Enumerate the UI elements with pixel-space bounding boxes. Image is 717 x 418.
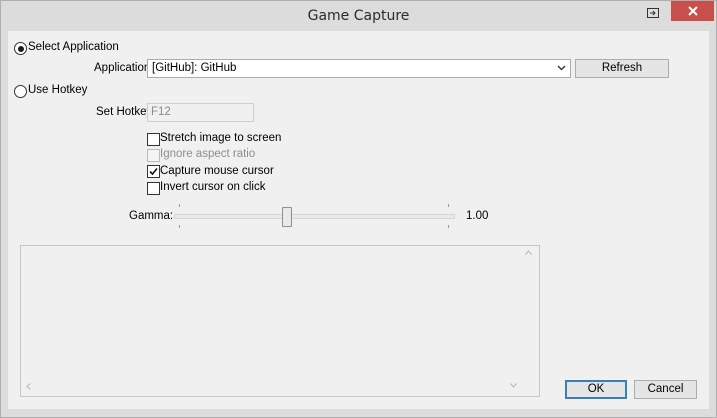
cancel-button[interactable]: Cancel <box>634 380 697 399</box>
close-icon <box>688 6 698 16</box>
gamma-slider-track[interactable] <box>174 214 455 219</box>
window-title: Game Capture <box>307 8 410 24</box>
ok-label: OK <box>587 383 605 395</box>
close-button[interactable] <box>671 1 714 21</box>
hotkey-field[interactable]: F12 <box>147 103 254 122</box>
stretch-image-checkbox[interactable] <box>147 133 160 146</box>
refresh-button[interactable]: Refresh <box>575 59 669 78</box>
gamma-value: 1.00 <box>466 210 489 222</box>
stretch-image-label[interactable]: Stretch image to screen <box>160 132 281 144</box>
use-hotkey-radio[interactable] <box>14 85 27 98</box>
capture-mouse-cursor-checkbox[interactable] <box>147 165 160 178</box>
invert-cursor-label[interactable]: Invert cursor on click <box>160 181 265 193</box>
slider-tick <box>179 204 180 207</box>
hotkey-value: F12 <box>151 106 171 118</box>
capture-mouse-cursor-label[interactable]: Capture mouse cursor <box>160 165 274 177</box>
gamma-slider-thumb[interactable] <box>282 207 292 227</box>
window-restore-icon[interactable] <box>647 8 659 18</box>
ignore-aspect-ratio-checkbox[interactable] <box>147 149 160 162</box>
scroll-up-icon[interactable] <box>525 250 532 255</box>
preview-panel[interactable] <box>20 245 540 397</box>
refresh-label: Refresh <box>601 62 643 74</box>
checkmark-icon <box>149 167 158 176</box>
title-bar[interactable]: Game Capture <box>1 1 716 31</box>
application-label: Application: <box>94 62 154 74</box>
dialog-body: Select Application Application: [GitHub]… <box>8 31 709 409</box>
ok-button[interactable]: OK <box>565 380 627 399</box>
gamma-label: Gamma: <box>129 210 174 222</box>
use-hotkey-label[interactable]: Use Hotkey <box>28 84 87 96</box>
invert-cursor-checkbox[interactable] <box>147 182 160 195</box>
slider-tick <box>448 204 449 207</box>
application-value: [GitHub]: GitHub <box>152 62 237 74</box>
set-hotkey-label: Set Hotkey <box>96 106 153 118</box>
scroll-left-icon[interactable] <box>26 383 31 390</box>
slider-tick <box>448 225 449 228</box>
ignore-aspect-ratio-label[interactable]: Ignore aspect ratio <box>160 148 255 160</box>
slider-tick <box>179 225 180 228</box>
chevron-down-icon <box>557 65 566 71</box>
radio-selected-dot <box>17 45 24 52</box>
scroll-down-icon[interactable] <box>510 383 517 388</box>
cancel-label: Cancel <box>647 383 684 395</box>
application-dropdown[interactable]: [GitHub]: GitHub <box>147 59 571 78</box>
select-application-radio[interactable] <box>14 42 27 55</box>
game-capture-window: Game Capture Select Application Applicat… <box>0 0 717 418</box>
select-application-label[interactable]: Select Application <box>28 41 119 53</box>
